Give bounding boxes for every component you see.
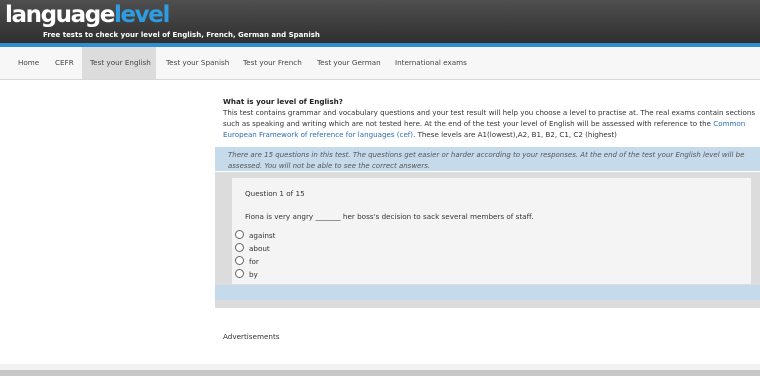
- nav-item-home[interactable]: Home: [10, 47, 47, 79]
- nav-item-test-english[interactable]: Test your English: [82, 47, 156, 79]
- answer-option[interactable]: about: [235, 243, 270, 253]
- question-counter: Question 1 of 15: [245, 189, 305, 198]
- answer-option[interactable]: by: [235, 269, 258, 279]
- intro-text-after: . These levels are A1(lowest),A2, B1, B2…: [413, 130, 617, 139]
- horizontal-scrollbar[interactable]: [0, 370, 760, 376]
- quiz-footer-bar: [215, 285, 760, 300]
- logo-text-level: level: [114, 2, 170, 28]
- advertisements-label: Advertisements: [223, 332, 280, 341]
- intro-text: This test contains grammar and vocabular…: [223, 108, 756, 128]
- nav-item-cefr[interactable]: CEFR: [47, 47, 82, 79]
- answer-option-label: by: [249, 270, 258, 279]
- question-text: Fiona is very angry _______ her boss's d…: [245, 212, 534, 221]
- nav-item-test-german[interactable]: Test your German: [309, 47, 389, 79]
- intro-title: What is your level of English?: [223, 97, 343, 106]
- radio-button[interactable]: [235, 243, 244, 252]
- main-content: What is your level of English? This test…: [0, 80, 760, 364]
- test-notice: There are 15 questions in this test. The…: [215, 147, 760, 171]
- intro-paragraph: This test contains grammar and vocabular…: [223, 107, 758, 140]
- nav-item-international-exams[interactable]: International exams: [387, 47, 475, 79]
- notice-text: There are 15 questions in this test. The…: [228, 151, 745, 170]
- answer-option-label: about: [249, 244, 270, 253]
- nav-item-test-french[interactable]: Test your French: [235, 47, 310, 79]
- logo-text-language: language: [5, 2, 115, 28]
- nav-item-test-spanish[interactable]: Test your Spanish: [158, 47, 237, 79]
- answer-option[interactable]: for: [235, 256, 259, 266]
- site-logo[interactable]: languagelevel: [5, 1, 170, 29]
- site-tagline: Free tests to check your level of Englis…: [43, 31, 320, 39]
- radio-button[interactable]: [235, 256, 244, 265]
- site-header: languagelevel Free tests to check your l…: [0, 0, 760, 43]
- answer-option-label: for: [249, 257, 259, 266]
- radio-button[interactable]: [235, 269, 244, 278]
- main-nav: Home CEFR Test your English Test your Sp…: [0, 47, 760, 80]
- answer-option[interactable]: against: [235, 230, 276, 240]
- answer-option-label: against: [249, 231, 276, 240]
- question-card: Question 1 of 15 Fiona is very angry ___…: [232, 178, 751, 284]
- radio-button[interactable]: [235, 230, 244, 239]
- quiz-panel: Question 1 of 15 Fiona is very angry ___…: [215, 172, 760, 308]
